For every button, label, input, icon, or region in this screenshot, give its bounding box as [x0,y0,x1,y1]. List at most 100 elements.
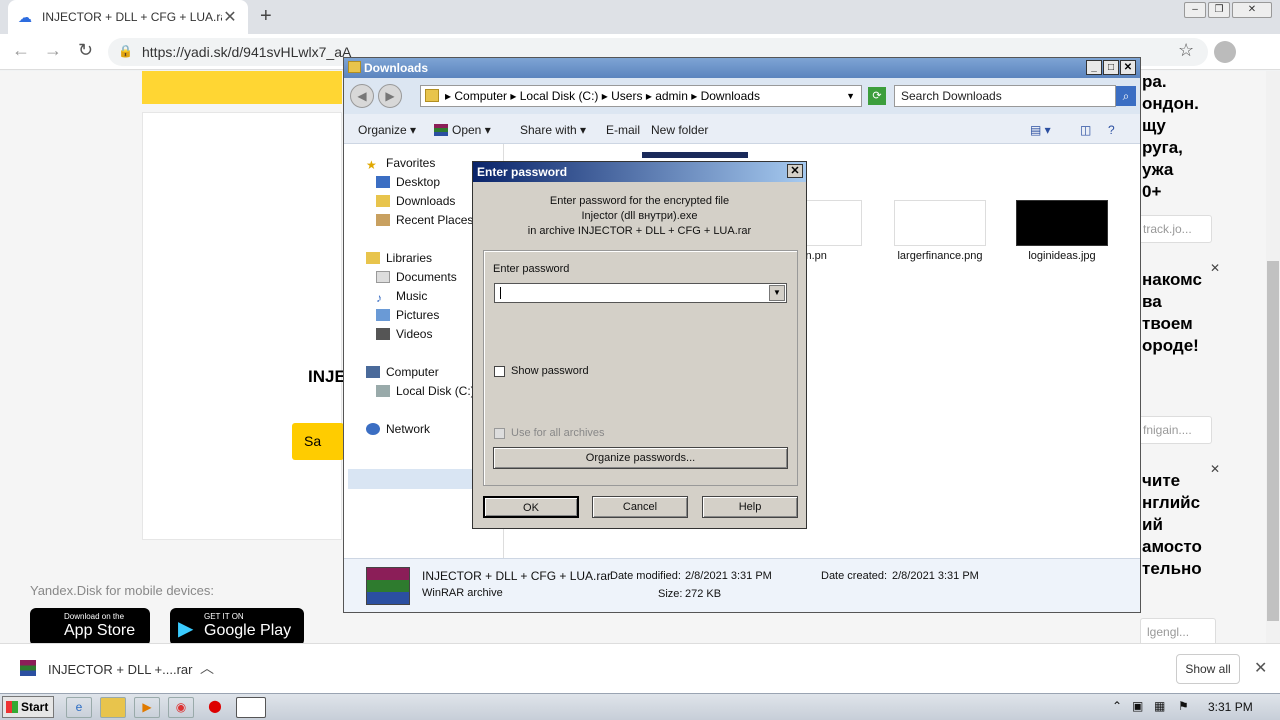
nav-recent[interactable]: Recent Places [376,213,473,227]
nav-documents[interactable]: Documents [376,270,457,284]
internet-explorer-icon[interactable]: e [66,697,92,718]
file-explorer-icon[interactable] [100,697,126,718]
help-button[interactable]: Help [702,496,798,518]
forward-icon[interactable]: ▶ [378,84,402,108]
file-label[interactable]: largerfinance.png [880,250,1000,262]
restore-window-button[interactable]: ❐ [1208,2,1230,18]
nav-music[interactable]: ♪ Music [376,289,427,305]
ad-link-3[interactable]: lgengl... [1140,618,1216,643]
nav-videos[interactable]: Videos [376,327,432,341]
nav-favorites[interactable]: ★ Favorites [366,156,435,172]
preview-pane-icon[interactable]: ◫ [1080,123,1091,137]
ad-close-icon[interactable]: ✕ [1210,462,1220,476]
nav-pictures[interactable]: Pictures [376,308,439,322]
close-icon[interactable]: ✕ [1254,658,1267,678]
start-button[interactable]: Start [2,696,54,718]
show-password-label[interactable]: Show password [511,365,589,377]
winrar-taskbar-icon[interactable] [236,697,266,718]
windows-flag-icon [6,701,18,713]
ad-link-2[interactable]: fnigain.... [1136,416,1212,444]
file-thumbnail[interactable] [1016,200,1108,246]
password-dialog: Enter password ✕ Enter password for the … [472,161,807,529]
page-scrollbar-thumb[interactable] [1267,261,1279,621]
back-icon[interactable]: ◀ [350,84,374,108]
tray-icon[interactable]: ▣ [1132,699,1143,713]
file-thumbnail[interactable] [894,200,986,246]
save-to-disk-button[interactable]: Sa [292,423,344,460]
lock-icon[interactable]: 🔒 [118,44,133,58]
bookmark-star-icon[interactable]: ☆ [1178,40,1194,61]
start-label: Start [21,700,49,714]
nav-recent-label: Recent Places [396,213,474,227]
nav-libraries[interactable]: Libraries [366,251,432,265]
stop-icon[interactable]: ⬤ [202,697,228,718]
view-icon[interactable]: ▤ ▾ [1030,123,1051,137]
new-tab-button[interactable]: + [260,5,272,28]
new-folder-button[interactable]: New folder [651,123,708,137]
network-tray-icon[interactable]: ▦ [1154,699,1165,713]
search-icon[interactable]: ⌕ [1116,86,1136,106]
explorer-titlebar[interactable]: Downloads _ □ ✕ [344,58,1140,78]
minimize-button[interactable]: _ [1086,60,1102,75]
back-icon[interactable]: ← [12,40,30,61]
breadcrumb-downloads[interactable]: Downloads [701,89,760,103]
breadcrumb-local-disk[interactable]: Local Disk (C:) [520,89,599,103]
breadcrumb-admin[interactable]: admin [655,89,688,103]
cancel-button[interactable]: Cancel [592,496,688,518]
maximize-button[interactable]: □ [1103,60,1119,75]
ad-close-icon[interactable]: ✕ [1210,261,1220,275]
show-password-checkbox[interactable] [494,366,505,377]
nav-downloads[interactable]: Downloads [376,194,455,208]
recent-places-icon [376,214,390,226]
ad-line: накомс [1142,270,1202,289]
search-input[interactable]: Search Downloads [894,85,1116,107]
file-label[interactable]: loginideas.jpg [1002,250,1122,262]
download-item[interactable]: INJECTOR + DLL +....rar [48,662,193,677]
email-button[interactable]: E-mail [606,123,640,137]
explorer-breadcrumb[interactable]: ▸ Computer ▸ Local Disk (C:) ▸ Users ▸ a… [420,85,862,107]
media-player-icon[interactable]: ▶ [134,697,160,718]
file-thumbnail-top[interactable] [642,152,748,158]
dialog-titlebar[interactable]: Enter password ✕ [473,162,806,182]
details-size-label: Size: [658,588,683,600]
chevron-down-icon[interactable]: ▼ [846,86,855,106]
organize-button[interactable]: Organize ▾ [358,123,416,137]
tray-expand-icon[interactable]: ⌃ [1112,699,1122,713]
ok-button[interactable]: OK [483,496,579,518]
nav-desktop[interactable]: Desktop [376,175,440,189]
share-with-button[interactable]: Share with ▾ [520,123,586,137]
minimize-window-button[interactable]: – [1184,2,1206,18]
breadcrumb-computer[interactable]: Computer [454,89,507,103]
use-for-all-checkbox [494,428,505,439]
info-line: Enter password for the encrypted file [549,195,730,207]
close-tab-icon[interactable]: ✕ [222,7,238,27]
windows-taskbar: Start e ▶ ◉ ⬤ ⌃ ▣ ▦ ⚑ 3:31 PM [0,693,1280,720]
nav-computer[interactable]: Computer [366,365,439,379]
details-created: 2/8/2021 3:31 PM [892,570,979,582]
explorer-address-area: ◀ ▶ ▸ Computer ▸ Local Disk (C:) ▸ Users… [344,78,1140,114]
help-icon[interactable]: ? [1108,123,1115,137]
chevron-down-icon[interactable]: ▼ [769,285,785,301]
close-window-button[interactable]: ✕ [1232,2,1272,18]
organize-passwords-button[interactable]: Organize passwords... [493,447,788,469]
app-store-button[interactable]: Download on the App Store [30,608,150,643]
action-center-icon[interactable]: ⚑ [1178,699,1189,713]
ad-link-1[interactable]: track.jo... [1136,215,1212,243]
nav-local-disk[interactable]: Local Disk (C:) [376,384,475,398]
clock[interactable]: 3:31 PM [1208,700,1253,714]
open-button[interactable]: Open ▾ [434,123,491,137]
breadcrumb-users[interactable]: Users [611,89,642,103]
chevron-up-icon[interactable]: ︿ [200,658,214,678]
browser-tab[interactable]: ☁ INJECTOR + DLL + CFG + LUA.rar – ✕ [8,0,248,34]
close-button[interactable]: ✕ [1120,60,1136,75]
profile-avatar[interactable] [1214,41,1236,63]
password-input[interactable]: ▼ [494,283,787,303]
close-icon[interactable]: ✕ [787,164,803,178]
chrome-icon[interactable]: ◉ [168,697,194,718]
forward-icon[interactable]: → [44,40,62,61]
nav-network[interactable]: Network [366,422,430,436]
show-all-button[interactable]: Show all [1176,654,1240,684]
refresh-icon[interactable]: ⟳ [868,87,886,105]
reload-icon[interactable]: ↻ [78,40,93,61]
google-play-button[interactable]: ▶ GET IT ON Google Play [170,608,304,643]
